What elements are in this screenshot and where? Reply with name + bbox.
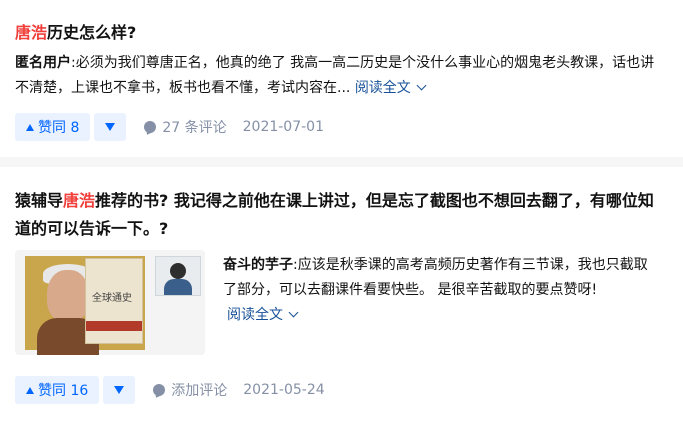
triangle-up-icon bbox=[26, 386, 34, 394]
comment-label: 27 条评论 bbox=[162, 120, 227, 136]
read-more-label[interactable]: 阅读全文 bbox=[227, 307, 283, 323]
read-more-link[interactable]: 阅读全文 bbox=[227, 307, 299, 323]
title-prefix[interactable]: 猿辅导 bbox=[15, 191, 63, 210]
title-text[interactable]: 推荐的书? 我记得之前他在课上讲过，但是忘了截图也不想回去翻了，有哪位知 bbox=[95, 191, 654, 210]
excerpt-text: :应该是秋季课的高考高频历史著作有三节课，我也只截取 bbox=[293, 257, 648, 273]
triangle-down-icon bbox=[114, 386, 125, 394]
upvote-label: 赞同 8 bbox=[38, 120, 80, 136]
comment-button[interactable]: 添加评论 bbox=[153, 380, 227, 400]
answer-thumbnail[interactable]: 全球通史 bbox=[15, 250, 205, 355]
card-divider bbox=[0, 157, 683, 167]
triangle-up-icon bbox=[26, 123, 34, 131]
person-face bbox=[47, 270, 89, 322]
triangle-down-icon bbox=[105, 123, 116, 131]
book-title: 全球通史 bbox=[92, 293, 132, 304]
excerpt-text-line2: 了部分，可以去翻课件看要快些。 是很辛苦截取的要点赞呀! bbox=[223, 282, 598, 298]
answer-date: 2021-07-01 bbox=[242, 119, 324, 135]
comment-bubble-icon bbox=[153, 384, 166, 396]
answer-date: 2021-05-24 bbox=[243, 382, 325, 398]
book-cover: 全球通史 bbox=[85, 258, 143, 344]
upvote-button[interactable]: 赞同 16 bbox=[15, 376, 100, 404]
downvote-button[interactable] bbox=[103, 376, 136, 404]
read-more-label[interactable]: 阅读全文 bbox=[355, 80, 411, 96]
excerpt-text: 不清楚，上课也不拿书，板书也看不懂，考试内容在... bbox=[15, 80, 351, 96]
question-title[interactable]: 猿辅导唐浩推荐的书? 我记得之前他在课上讲过，但是忘了截图也不想回去翻了，有哪位… bbox=[15, 187, 671, 243]
read-more-link[interactable]: 阅读全文 bbox=[355, 80, 427, 96]
video-person-head bbox=[170, 263, 186, 279]
question-title[interactable]: 唐浩历史怎么样? bbox=[15, 19, 671, 47]
video-window bbox=[155, 256, 201, 296]
video-person-body bbox=[164, 279, 192, 295]
upvote-label: 赞同 16 bbox=[38, 383, 89, 399]
answer-excerpt[interactable]: 匿名用户:必须为我们尊唐正名，他真的绝了 我高一高二历史是个没什么事业心的烟鬼老… bbox=[15, 51, 675, 101]
comment-label: 添加评论 bbox=[171, 383, 228, 399]
chevron-down-icon bbox=[416, 80, 427, 91]
answer-card: 猿辅导唐浩推荐的书? 我记得之前他在课上讲过，但是忘了截图也不想回去翻了，有哪位… bbox=[0, 167, 683, 424]
title-text-line2[interactable]: 道的可以告诉一下。? bbox=[15, 215, 671, 243]
author-name[interactable]: 奋斗的芋子 bbox=[223, 257, 293, 273]
excerpt-text: :必须为我们尊唐正名，他真的绝了 我高一高二历史是个没什么事业心的烟鬼老头教课，… bbox=[71, 55, 655, 71]
answer-card: 唐浩历史怎么样? 匿名用户:必须为我们尊唐正名，他真的绝了 我高一高二历史是个没… bbox=[0, 0, 683, 157]
action-bar: 赞同 16 添加评论 2021-05-24 bbox=[15, 376, 325, 404]
downvote-button[interactable] bbox=[94, 113, 127, 141]
chevron-down-icon bbox=[288, 307, 299, 318]
author-name[interactable]: 匿名用户 bbox=[15, 55, 71, 71]
comment-bubble-icon bbox=[144, 121, 157, 133]
comment-button[interactable]: 27 条评论 bbox=[144, 117, 227, 137]
title-highlight[interactable]: 唐浩 bbox=[15, 23, 47, 42]
action-bar: 赞同 8 27 条评论 2021-07-01 bbox=[15, 113, 324, 141]
book-band bbox=[86, 321, 142, 331]
title-highlight[interactable]: 唐浩 bbox=[63, 191, 95, 210]
title-text[interactable]: 历史怎么样? bbox=[47, 23, 136, 42]
answer-excerpt[interactable]: 奋斗的芋子:应该是秋季课的高考高频历史著作有三节课，我也只截取 了部分，可以去翻… bbox=[223, 253, 675, 328]
upvote-button[interactable]: 赞同 8 bbox=[15, 113, 91, 141]
